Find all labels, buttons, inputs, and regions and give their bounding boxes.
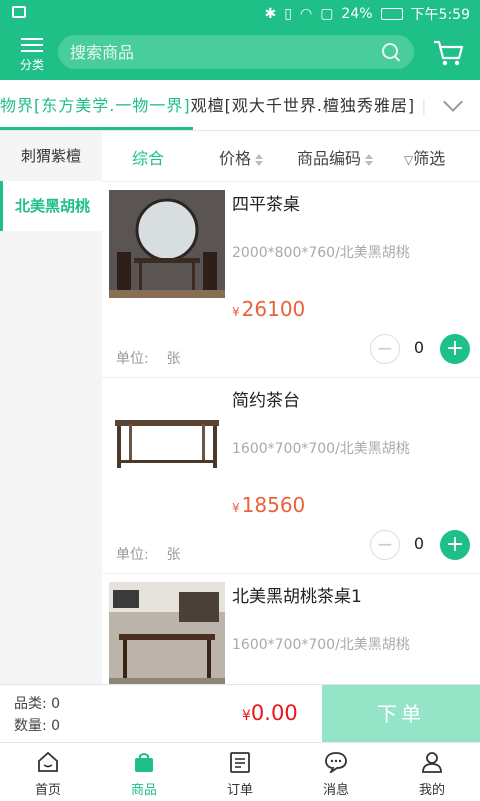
filter-icon: ▽ xyxy=(404,153,414,167)
product-spec: 2000*800*760/北美黑胡桃 xyxy=(232,245,410,261)
product-name[interactable]: 北美黑胡桃茶桌1 xyxy=(232,582,362,607)
header: 分类 xyxy=(0,26,480,80)
product-price: ¥26100 xyxy=(232,297,306,321)
sort-code[interactable]: 商品编码 xyxy=(297,145,374,169)
product-image[interactable] xyxy=(109,190,225,298)
cart-button[interactable] xyxy=(432,38,464,68)
product-price: ¥18560 xyxy=(232,493,306,517)
battery-icon xyxy=(380,8,403,20)
chat-bubble-icon xyxy=(325,752,347,775)
sidebar-item[interactable]: 刺猬紫檀 xyxy=(0,131,102,181)
battery-percent: 24% xyxy=(341,6,373,22)
category-count: 品类: 0 xyxy=(14,696,61,712)
bluetooth-icon: ✱ xyxy=(264,6,277,22)
home-icon xyxy=(38,751,58,772)
list-icon xyxy=(21,38,43,52)
cart-total: ¥0.00 xyxy=(242,701,298,725)
minus-button[interactable]: − xyxy=(370,334,400,364)
sort-arrows-icon xyxy=(365,153,374,166)
category-menu-label: 分类 xyxy=(19,58,44,72)
category-menu-button[interactable]: 分类 xyxy=(14,34,50,74)
sort-bar: 综合 价格 商品编码 ▽筛选 xyxy=(102,131,480,182)
plus-button[interactable]: + xyxy=(440,334,470,364)
sort-comprehensive-label: 综合 xyxy=(132,149,165,168)
gallery-icon xyxy=(12,6,26,18)
brand-tabs: 物界[东方美学.一物一界]观檀[观大千世界.檀独秀雅居] | xyxy=(0,92,428,116)
search-icon[interactable] xyxy=(382,43,398,59)
tab-home-label: 首页 xyxy=(34,783,61,798)
status-bar: ✱ ▯ ◠ ▢ 24% 下午5:59 xyxy=(0,0,480,26)
sidebar-item-active[interactable]: 北美黑胡桃 xyxy=(0,181,102,231)
filter-label: 筛选 xyxy=(413,149,446,168)
tab-products[interactable]: 商品 xyxy=(96,743,192,801)
wifi-icon: ◠ xyxy=(299,6,313,22)
product-image[interactable] xyxy=(109,582,225,684)
product-name[interactable]: 简约茶台 xyxy=(232,386,300,411)
filter-button[interactable]: ▽筛选 xyxy=(404,145,445,169)
tab-profile-label: 我的 xyxy=(418,783,445,798)
tab-orders-label: 订单 xyxy=(226,783,253,798)
tab-messages-label: 消息 xyxy=(322,783,349,798)
quantity-stepper: − 0 + xyxy=(370,334,470,364)
category-sidebar: 刺猬紫檀 北美黑胡桃 xyxy=(0,131,102,684)
cart-summary-bar: 品类: 0 数量: 0 ¥0.00 下单 xyxy=(0,684,480,743)
vibrate-icon: ▯ xyxy=(284,6,292,22)
quantity-stepper: − 0 + xyxy=(370,530,470,560)
minus-button[interactable]: − xyxy=(370,530,400,560)
search-bar[interactable] xyxy=(58,35,414,69)
tab-products-label: 商品 xyxy=(130,783,157,798)
sort-price-label: 价格 xyxy=(219,149,252,168)
product-name[interactable]: 四平茶桌 xyxy=(232,190,300,215)
user-icon xyxy=(422,752,442,773)
order-list-icon xyxy=(230,752,250,773)
product-unit: 单位: 张 xyxy=(116,547,181,563)
product-spec: 1600*700*700/北美黑胡桃 xyxy=(232,637,410,653)
chevron-down-icon[interactable] xyxy=(430,80,480,130)
sort-code-label: 商品编码 xyxy=(297,149,362,168)
plus-button[interactable]: + xyxy=(440,530,470,560)
product-unit: 单位: 张 xyxy=(116,351,181,367)
tab-messages[interactable]: 消息 xyxy=(288,743,384,801)
tab-profile[interactable]: 我的 xyxy=(384,743,480,801)
sort-arrows-icon xyxy=(255,153,264,166)
cart-info: 品类: 0 数量: 0 xyxy=(14,693,60,737)
product-list: 四平茶桌 2000*800*760/北美黑胡桃 ¥26100 单位: 张 − 0… xyxy=(102,182,480,684)
search-input[interactable] xyxy=(68,42,372,63)
product-image[interactable] xyxy=(109,386,225,494)
tab-orders[interactable]: 订单 xyxy=(192,743,288,801)
sort-price[interactable]: 价格 xyxy=(219,145,264,169)
brand-tab-active[interactable]: 物界[东方美学.一物一界] xyxy=(0,96,191,115)
status-icons: ✱ ▯ ◠ ▢ 24% 下午5:59 xyxy=(265,4,470,24)
tab-home[interactable]: 首页 xyxy=(0,743,96,801)
place-order-button[interactable]: 下单 xyxy=(322,685,480,743)
brand-tab-bar: 物界[东方美学.一物一界]观檀[观大千世界.檀独秀雅居] | xyxy=(0,80,480,131)
shopping-bag-icon xyxy=(135,753,153,772)
brand-tab-indicator xyxy=(0,127,193,130)
quantity-value[interactable]: 0 xyxy=(406,534,432,553)
quantity-count: 数量: 0 xyxy=(14,718,61,734)
sim-icon: ▢ xyxy=(320,6,334,22)
brand-separator: | xyxy=(421,96,428,115)
bottom-tab-bar: 首页 商品 订单 消息 我的 xyxy=(0,742,480,801)
clock: 下午5:59 xyxy=(410,7,470,23)
cart-icon xyxy=(434,40,464,66)
sort-comprehensive[interactable]: 综合 xyxy=(132,145,164,169)
quantity-value[interactable]: 0 xyxy=(406,338,432,357)
brand-tab[interactable]: 观檀[观大千世界.檀独秀雅居] xyxy=(191,96,416,115)
product-item[interactable]: 四平茶桌 2000*800*760/北美黑胡桃 ¥26100 单位: 张 − 0… xyxy=(102,182,480,378)
product-item[interactable]: 简约茶台 1600*700*700/北美黑胡桃 ¥18560 单位: 张 − 0… xyxy=(102,378,480,574)
product-item[interactable]: 北美黑胡桃茶桌1 1600*700*700/北美黑胡桃 xyxy=(102,574,480,684)
product-spec: 1600*700*700/北美黑胡桃 xyxy=(232,441,410,457)
